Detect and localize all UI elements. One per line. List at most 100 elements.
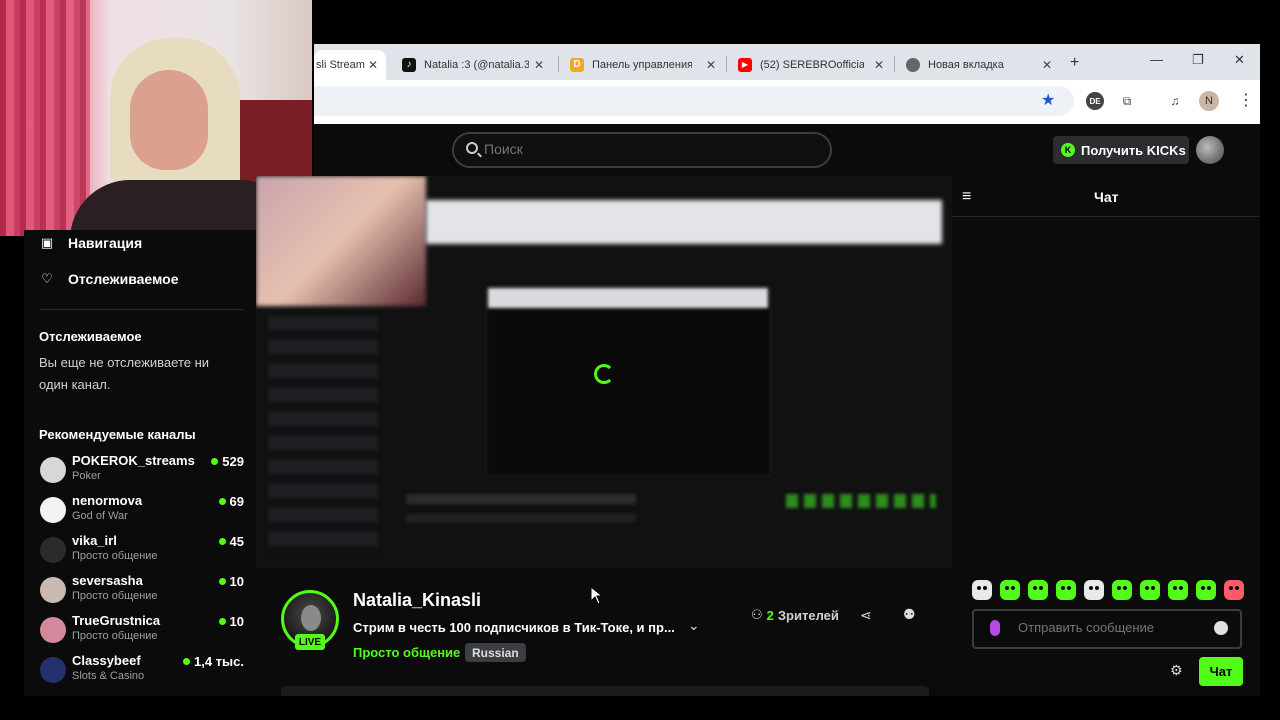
info-bar xyxy=(281,686,929,696)
chat-send-button[interactable]: Чат xyxy=(1199,657,1243,686)
heart-icon: ♡ xyxy=(41,271,53,286)
search-input[interactable] xyxy=(484,141,804,157)
viewers-number: 2 xyxy=(766,607,774,623)
video-player[interactable] xyxy=(256,176,952,568)
stream-info-blur xyxy=(406,494,636,542)
window-close-icon[interactable]: ✕ xyxy=(1234,52,1245,68)
tab-tiktok[interactable]: ♪ Natalia :3 (@natalia.3 ✕ xyxy=(392,50,552,80)
emote-icon[interactable] xyxy=(1028,580,1048,600)
channel-name: nenormova xyxy=(72,493,143,508)
viewer-count: ⚇ 2 Зрителей xyxy=(751,607,839,623)
microphone-icon[interactable] xyxy=(990,620,1000,636)
recommended-channel[interactable]: nenormova God of War 69 xyxy=(40,493,244,529)
get-kicks-button[interactable]: K Получить KICKs xyxy=(1053,136,1189,164)
viewer-count: 1,4 тыс. xyxy=(183,654,244,669)
recommended-channel[interactable]: POKEROK_streams Poker 529 xyxy=(40,453,244,489)
channel-avatar xyxy=(40,497,66,523)
viewer-count-value: 529 xyxy=(222,454,244,469)
viewer-count: 45 xyxy=(218,534,244,549)
close-icon[interactable]: ✕ xyxy=(534,58,544,72)
follow-user-icon[interactable]: ⚉ xyxy=(903,606,916,623)
loading-spinner-icon xyxy=(594,364,614,384)
emote-icon[interactable] xyxy=(1224,580,1244,600)
emote-icon[interactable] xyxy=(1168,580,1188,600)
emote-icon[interactable] xyxy=(1112,580,1132,600)
channel-category: Просто общение xyxy=(72,590,158,602)
live-dot-icon xyxy=(218,538,226,545)
live-dot-icon xyxy=(218,618,226,625)
tab-donation-panel[interactable]: D Панель управления ✕ xyxy=(560,50,724,80)
live-dot-icon xyxy=(183,658,190,665)
extensions-puzzle-icon[interactable]: ⧉ xyxy=(1118,92,1136,110)
recommended-channel[interactable]: seversasha Просто общение 10 xyxy=(40,573,244,609)
channel-name: POKEROK_streams xyxy=(72,453,195,468)
emote-icon[interactable] xyxy=(1084,580,1104,600)
chat-title: Чат xyxy=(1094,189,1119,205)
chat-input[interactable] xyxy=(1018,620,1198,635)
channel-category: Просто общение xyxy=(72,630,158,642)
viewers-icon: ⚇ xyxy=(751,607,763,622)
media-control-icon[interactable]: ♫ xyxy=(1166,92,1184,110)
chat-input-box[interactable] xyxy=(972,609,1242,649)
tab-label: sli Stream xyxy=(316,59,365,71)
recommended-channel[interactable]: vika_irl Просто общение 45 xyxy=(40,533,244,569)
emote-icon[interactable] xyxy=(1196,580,1216,600)
nav-browse[interactable]: ▣ Навигация xyxy=(40,235,142,251)
tab-label: Панель управления xyxy=(592,59,692,71)
translate-extension-icon[interactable]: DE xyxy=(1086,92,1104,110)
close-icon[interactable]: ✕ xyxy=(874,58,884,72)
browse-icon: ▣ xyxy=(40,235,54,250)
viewer-count-value: 1,4 тыс. xyxy=(194,654,244,669)
minimize-icon[interactable]: — xyxy=(1150,52,1163,67)
close-icon[interactable]: ✕ xyxy=(1042,58,1052,72)
tab-label: Новая вкладка xyxy=(928,59,1004,71)
sidebar: ▣ Навигация ♡ Отслеживаемое Отслеживаемо… xyxy=(24,230,256,696)
emote-icon[interactable] xyxy=(1140,580,1160,600)
profile-avatar[interactable]: N xyxy=(1199,91,1219,111)
following-empty-text: Вы еще не отслеживаете ни один канал. xyxy=(39,355,210,392)
close-icon[interactable]: ✕ xyxy=(706,58,716,72)
nav-browse-label: Навигация xyxy=(68,235,143,251)
emote-bar xyxy=(972,580,1244,604)
tab-label: (52) SEREBROofficial xyxy=(760,59,864,71)
stream-category-link[interactable]: Просто общение xyxy=(353,645,460,660)
emote-icon[interactable] xyxy=(972,580,992,600)
streamer-name[interactable]: Natalia_Kinasli xyxy=(353,590,481,611)
share-icon[interactable]: ⋖ xyxy=(860,607,872,624)
chat-divider xyxy=(952,216,1260,217)
user-avatar[interactable] xyxy=(1196,136,1224,164)
live-dot-icon xyxy=(218,498,226,505)
sidebar-divider xyxy=(40,309,244,310)
mouse-cursor-icon xyxy=(591,587,603,605)
gear-icon[interactable]: ⚙ xyxy=(1170,662,1183,679)
tab-label: Natalia :3 (@natalia.3 xyxy=(424,59,529,71)
channel-name: seversasha xyxy=(72,573,143,588)
webcam-person-face xyxy=(130,70,208,170)
emote-icon[interactable] xyxy=(1000,580,1020,600)
chevron-down-icon[interactable]: ⌄ xyxy=(688,617,700,634)
channel-category: Просто общение xyxy=(72,550,158,562)
search-box[interactable] xyxy=(452,132,832,168)
nav-following-label: Отслеживаемое xyxy=(68,271,179,287)
recommended-channel[interactable]: Classybeef Slots & Casino 1,4 тыс. xyxy=(40,653,244,689)
menu-kebab-icon[interactable]: ⋮ xyxy=(1238,90,1254,110)
emote-icon[interactable] xyxy=(1056,580,1076,600)
nav-following[interactable]: ♡ Отслеживаемое xyxy=(40,271,179,287)
tab-youtube[interactable]: ▶ (52) SEREBROofficial ✕ xyxy=(728,50,892,80)
emoji-icon[interactable] xyxy=(1214,621,1228,635)
restore-icon[interactable]: ❐ xyxy=(1192,52,1204,68)
tab-new-tab[interactable]: Новая вкладка ✕ xyxy=(896,50,1060,80)
viewer-count-value: 10 xyxy=(229,614,244,629)
viewer-count: 529 xyxy=(211,454,244,469)
address-bar[interactable] xyxy=(314,86,1074,116)
bookmark-star-icon[interactable]: ★ xyxy=(1041,90,1055,110)
new-tab-button[interactable]: + xyxy=(1070,54,1079,72)
recommended-channel[interactable]: TrueGrustnica Просто общение 10 xyxy=(40,613,244,649)
close-icon[interactable]: ✕ xyxy=(368,58,378,72)
tab-kick-stream[interactable]: sli Stream ✕ xyxy=(314,50,386,80)
live-dot-icon xyxy=(211,458,219,465)
language-tag[interactable]: Russian xyxy=(465,643,526,662)
kicks-coin-icon: K xyxy=(1061,143,1075,157)
live-badge: LIVE xyxy=(295,634,325,650)
collapse-chat-icon[interactable]: ≡ xyxy=(962,188,971,206)
